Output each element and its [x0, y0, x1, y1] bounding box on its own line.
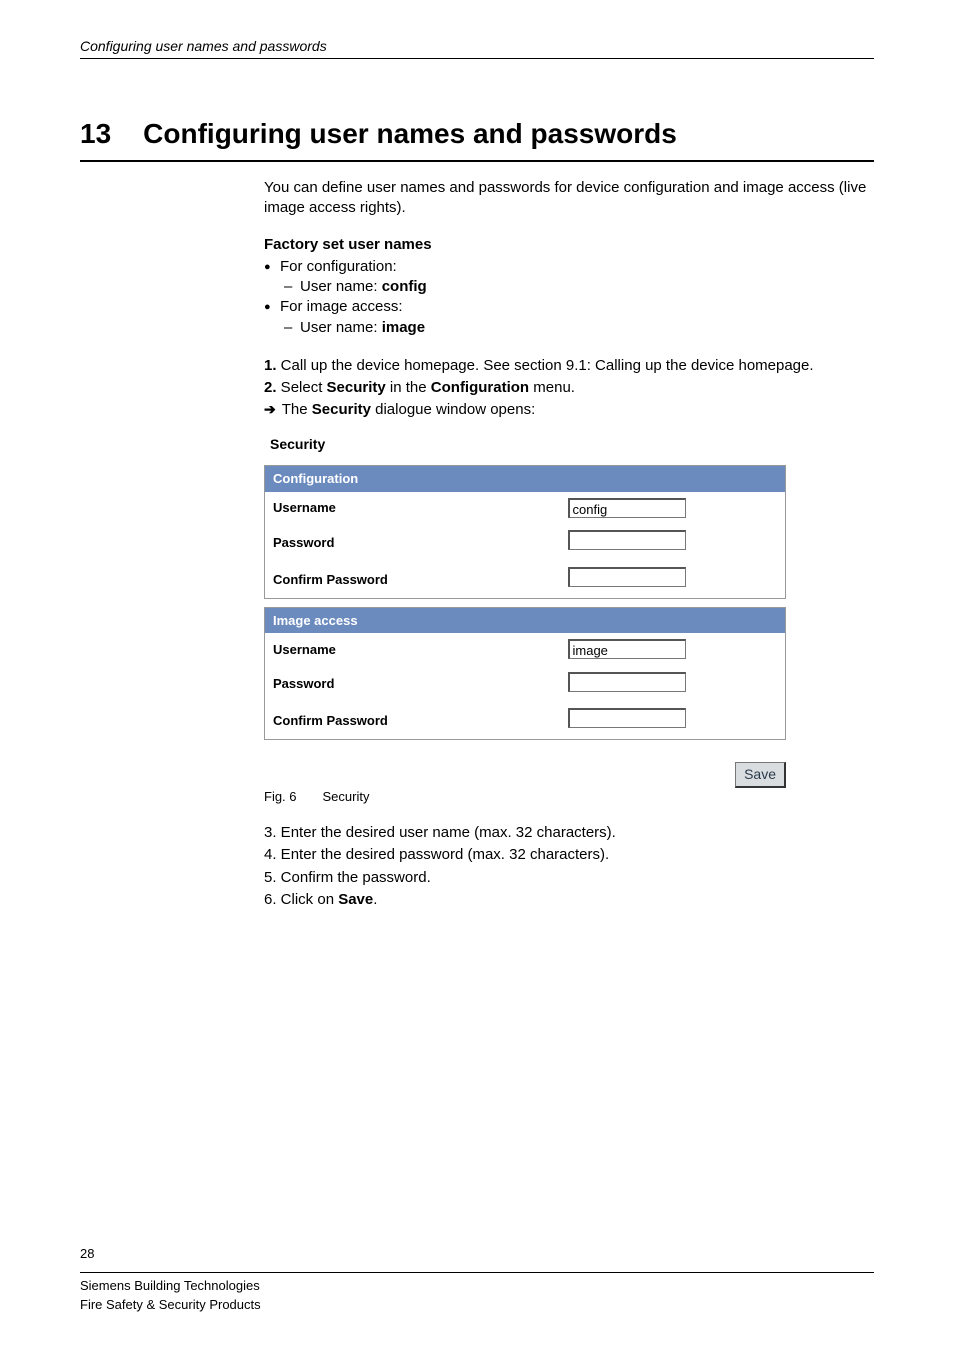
footer-line-2: Fire Safety & Security Products — [80, 1296, 261, 1315]
config-username-input[interactable]: config — [568, 498, 686, 518]
step-text: . — [373, 891, 377, 908]
result-text: dialogue window opens: — [371, 401, 535, 418]
figure-label: Fig. 6 — [264, 789, 297, 804]
step-text: Enter the desired user name (max. 32 cha… — [277, 824, 616, 841]
table-row: Username image — [265, 633, 786, 666]
row-label-password: Password — [265, 666, 560, 703]
list-item: User name: config — [280, 277, 872, 297]
step-text: menu. — [529, 379, 575, 396]
steps-part-b: 3. Enter the desired user name (max. 32 … — [264, 823, 872, 910]
step-number: 4. — [264, 846, 277, 863]
footer-rule — [80, 1272, 874, 1273]
result-text: The — [282, 401, 312, 418]
factory-names-list: For configuration: User name: config For… — [264, 257, 872, 338]
image-access-table: Image access Username image Password Con… — [264, 607, 786, 740]
username-value: image — [382, 319, 425, 336]
step-1: 1. Call up the device homepage. See sect… — [264, 356, 872, 376]
factory-config-label: For configuration: — [280, 258, 397, 275]
step-text: Enter the desired password (max. 32 char… — [277, 846, 610, 863]
step-text: in the — [386, 379, 431, 396]
security-dialog-screenshot: Security Configuration Username config P… — [264, 431, 789, 788]
step-text: Select — [277, 379, 327, 396]
factory-names-heading: Factory set user names — [264, 235, 872, 255]
step-text: Call up the device homepage. See section… — [277, 357, 814, 374]
row-label-confirm-password: Confirm Password — [265, 702, 560, 739]
table-row: Password — [265, 524, 786, 561]
step-bold: Configuration — [431, 379, 529, 396]
step-number: 3. — [264, 824, 277, 841]
chapter-title: Configuring user names and passwords — [143, 118, 677, 150]
step-3: 3. Enter the desired user name (max. 32 … — [264, 823, 872, 843]
footer-text: Siemens Building Technologies Fire Safet… — [80, 1277, 261, 1315]
page-number: 28 — [80, 1246, 94, 1261]
step-number: 1. — [264, 357, 277, 374]
running-header: Configuring user names and passwords — [80, 38, 327, 54]
step-bold: Security — [327, 379, 386, 396]
figure-caption: Fig. 6 Security — [264, 788, 872, 806]
save-button[interactable]: Save — [735, 762, 786, 788]
username-prefix: User name: — [300, 319, 382, 336]
table-row: Confirm Password — [265, 702, 786, 739]
username-value: config — [382, 278, 427, 295]
step-6: 6. Click on Save. — [264, 890, 872, 910]
step-4: 4. Enter the desired password (max. 32 c… — [264, 845, 872, 865]
row-label-confirm-password: Confirm Password — [265, 561, 560, 598]
result-bold: Security — [312, 401, 371, 418]
chapter-number: 13 — [80, 118, 111, 150]
config-password-input[interactable] — [568, 530, 686, 550]
image-username-input[interactable]: image — [568, 639, 686, 659]
save-button-row: Save — [264, 762, 786, 788]
factory-image-label: For image access: — [280, 298, 403, 315]
table-row: Password — [265, 666, 786, 703]
list-item: For configuration: User name: config — [264, 257, 872, 298]
section-header-configuration: Configuration — [265, 466, 786, 492]
footer-line-1: Siemens Building Technologies — [80, 1277, 261, 1296]
step-number: 6. — [264, 891, 277, 908]
result-line: The Security dialogue window opens: — [264, 400, 872, 420]
image-confirm-password-input[interactable] — [568, 708, 686, 728]
step-number: 2. — [264, 379, 277, 396]
table-row: Confirm Password — [265, 561, 786, 598]
step-2: 2. Select Security in the Configuration … — [264, 378, 872, 398]
steps-part-a: 1. Call up the device homepage. See sect… — [264, 356, 872, 421]
step-bold: Save — [338, 891, 373, 908]
row-label-password: Password — [265, 524, 560, 561]
header-rule — [80, 58, 874, 59]
username-prefix: User name: — [300, 278, 382, 295]
body-column: You can define user names and passwords … — [264, 178, 872, 912]
table-row: Username config — [265, 492, 786, 525]
row-label-username: Username — [265, 492, 560, 525]
step-text: Confirm the password. — [277, 869, 431, 886]
list-item: For image access: User name: image — [264, 297, 872, 338]
step-number: 5. — [264, 869, 277, 886]
step-text: Click on — [277, 891, 339, 908]
chapter-heading: 13 Configuring user names and passwords — [80, 118, 874, 162]
figure-title: Security — [323, 789, 370, 804]
row-label-username: Username — [265, 633, 560, 666]
image-password-input[interactable] — [568, 672, 686, 692]
configuration-table: Configuration Username config Password C… — [264, 465, 786, 598]
section-header-image-access: Image access — [265, 607, 786, 633]
dialog-title: Security — [264, 431, 789, 458]
list-item: User name: image — [280, 318, 872, 338]
step-5: 5. Confirm the password. — [264, 868, 872, 888]
intro-paragraph: You can define user names and passwords … — [264, 178, 872, 219]
config-confirm-password-input[interactable] — [568, 567, 686, 587]
